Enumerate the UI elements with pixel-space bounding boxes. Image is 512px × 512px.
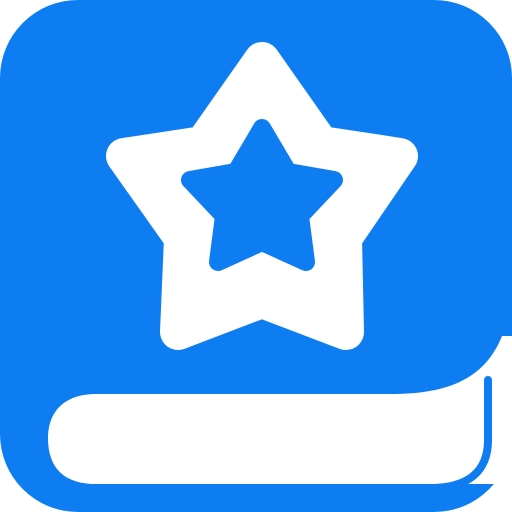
star-book-app-icon: [0, 0, 512, 512]
icon-canvas: [0, 0, 512, 512]
